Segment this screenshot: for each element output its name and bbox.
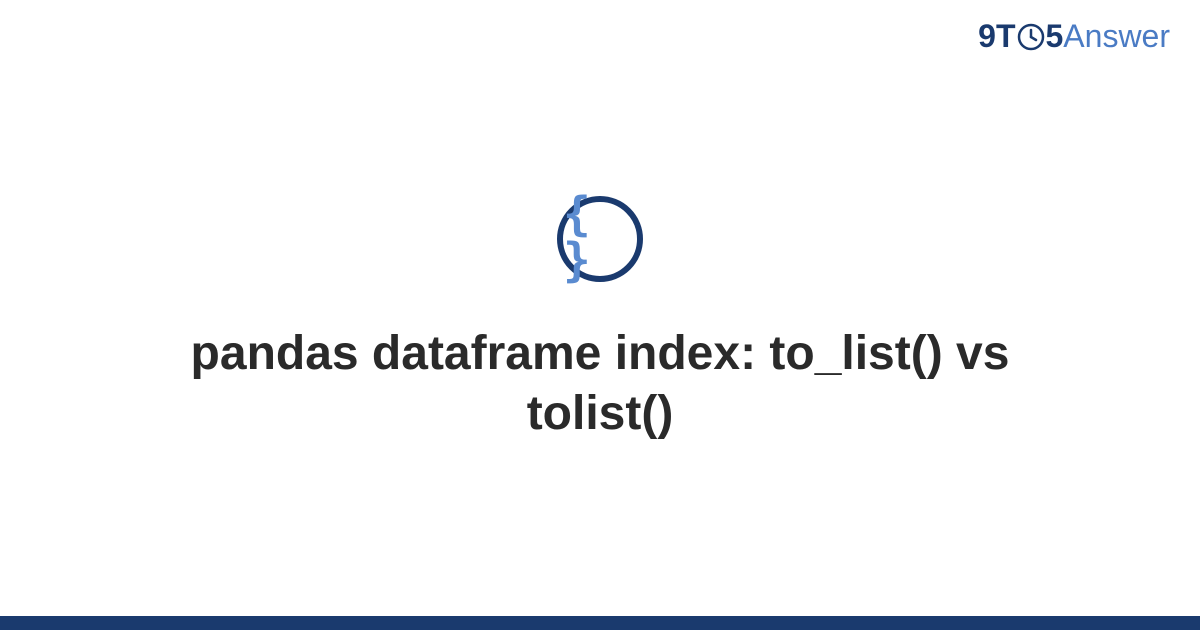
page-title: pandas dataframe index: to_list() vs tol… [120,324,1080,444]
braces-glyph: { } [563,191,637,283]
hero-content: { } pandas dataframe index: to_list() vs… [0,0,1200,630]
footer-accent-bar [0,616,1200,630]
code-braces-icon: { } [557,196,643,282]
